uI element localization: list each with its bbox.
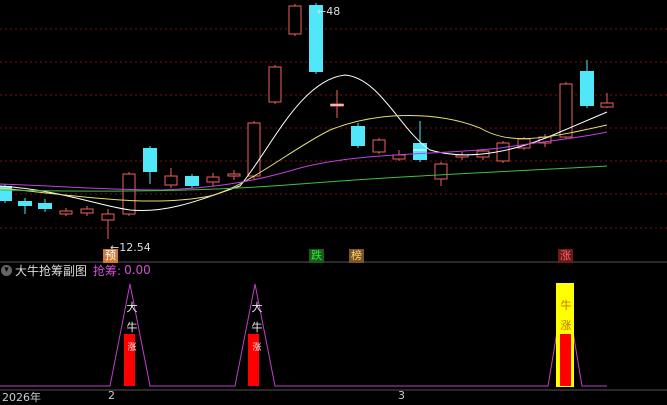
- peak-label-top: 大: [251, 301, 263, 314]
- signal-bar-red: [560, 334, 571, 386]
- price-low-value: 12.54: [119, 241, 151, 254]
- candle-up[interactable]: [372, 138, 386, 154]
- candle-up[interactable]: [434, 162, 448, 186]
- arrow-left-icon: ←: [317, 5, 327, 18]
- peak-label-bottom: 涨: [127, 343, 137, 353]
- sub-indicator-plot: [0, 283, 607, 387]
- candle-down[interactable]: [38, 199, 52, 212]
- candlestick-series[interactable]: [0, 3, 614, 239]
- peak-label-2: 大 牛 涨: [251, 298, 263, 358]
- sub-chart-title: 大牛抢筹副图: [15, 263, 88, 278]
- candle-up[interactable]: [247, 121, 261, 180]
- x-axis-label-month-2: 2: [108, 389, 115, 402]
- signal-tag-榜[interactable]: 榜: [349, 249, 364, 263]
- candle-body: [434, 163, 448, 180]
- candle-up[interactable]: [80, 206, 94, 216]
- peak-label-mid: 涨: [560, 319, 572, 332]
- candle-body: [38, 203, 52, 209]
- candle-body: [101, 213, 115, 221]
- candle-body: [351, 126, 365, 146]
- candle-down[interactable]: [580, 60, 594, 108]
- peak-label-1: 大 牛 涨: [126, 298, 138, 358]
- candle-up[interactable]: [206, 173, 220, 186]
- peak-label-mid: 牛: [251, 321, 263, 334]
- candle-up[interactable]: [227, 170, 241, 180]
- candle-body: [185, 176, 199, 186]
- candle-up[interactable]: [559, 82, 573, 139]
- signal-tag-涨[interactable]: 涨: [558, 249, 573, 263]
- peak-label-top: 牛: [560, 299, 572, 312]
- candle-down[interactable]: [18, 198, 32, 214]
- candle-body: [413, 143, 427, 160]
- candle-body: [268, 66, 282, 103]
- ma-line-green: [0, 165, 608, 192]
- candle-body: [59, 210, 73, 215]
- candle-down[interactable]: [351, 123, 365, 148]
- candle-body: [600, 102, 614, 108]
- chart-canvas[interactable]: [0, 0, 667, 401]
- peak-label-3: 牛 涨: [560, 296, 572, 336]
- sub-chart-header: ▾ 大牛抢筹副图 抢筹: 0.00: [0, 262, 151, 278]
- candle-down[interactable]: [185, 174, 199, 188]
- candle-body: [288, 5, 302, 35]
- candle-body: [372, 139, 386, 153]
- candle-up[interactable]: [59, 208, 73, 216]
- chevron-down-icon[interactable]: ▾: [1, 264, 12, 276]
- candle-up[interactable]: [330, 90, 344, 118]
- candle-body: [80, 208, 94, 214]
- indicator-value: 0.00: [124, 263, 151, 277]
- candle-up[interactable]: [101, 209, 115, 239]
- candle-body: [18, 201, 32, 206]
- candle-up[interactable]: [288, 4, 302, 36]
- candle-body: [122, 173, 136, 215]
- price-high-value: 48: [326, 5, 341, 18]
- x-axis-label-month-3: 3: [398, 389, 405, 402]
- candle-body: [164, 175, 178, 186]
- candle-body: [227, 173, 241, 177]
- candle-body: [392, 154, 406, 160]
- candle-body: [580, 71, 594, 106]
- candle-body: [143, 148, 157, 172]
- candle-up[interactable]: [164, 168, 178, 188]
- price-high-label: ←48: [315, 5, 342, 19]
- indicator-label: 抢筹:: [93, 263, 122, 278]
- candle-body: [206, 176, 220, 183]
- candle-body: [247, 122, 261, 177]
- peak-label-bottom: 涨: [252, 343, 262, 353]
- signal-tag-跌[interactable]: 跌: [309, 249, 324, 263]
- candle-down[interactable]: [143, 146, 157, 184]
- candle-up[interactable]: [268, 65, 282, 104]
- indicator-line: [0, 283, 607, 387]
- x-axis-label-year: 2026年: [2, 391, 41, 404]
- candle-up[interactable]: [455, 152, 469, 160]
- peak-label-mid: 牛: [126, 321, 138, 334]
- peak-label-top: 大: [126, 301, 138, 314]
